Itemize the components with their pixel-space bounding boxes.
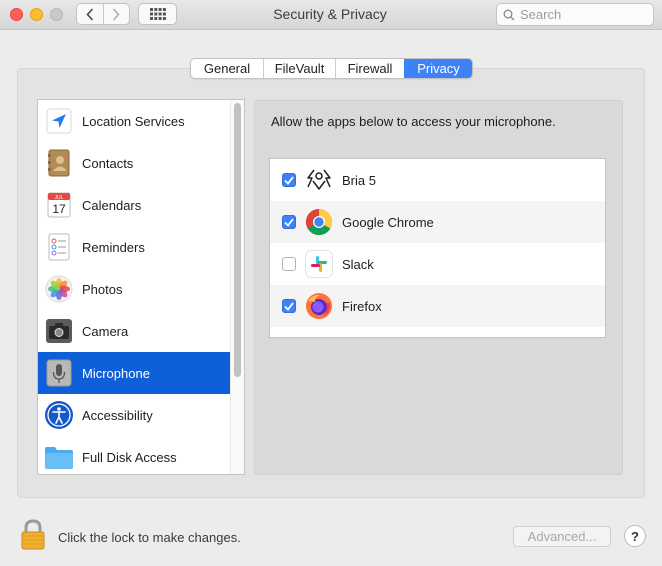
minimize-window-button[interactable] xyxy=(30,8,43,21)
sidebar-item-calendars[interactable]: JUL 17 Calendars xyxy=(38,184,230,226)
sidebar-item-label: Camera xyxy=(82,323,129,339)
chevron-left-icon xyxy=(86,7,93,21)
forward-button[interactable] xyxy=(102,4,130,24)
photos-flower-icon xyxy=(44,274,74,304)
chrome-checkbox[interactable] xyxy=(282,215,296,229)
zoom-window-button[interactable] xyxy=(50,8,63,21)
app-row-firefox: Firefox xyxy=(270,285,605,327)
calendar-icon: JUL 17 xyxy=(44,190,74,220)
window-title: Security & Privacy xyxy=(273,6,387,22)
app-row-slack: Slack xyxy=(270,243,605,285)
sidebar-item-full-disk-access[interactable]: Full Disk Access xyxy=(38,436,230,474)
tab-privacy[interactable]: Privacy xyxy=(404,59,472,78)
chrome-icon xyxy=(304,207,334,237)
app-name: Slack xyxy=(342,256,374,272)
calendar-day-text: 17 xyxy=(52,202,66,216)
help-button[interactable]: ? xyxy=(624,525,646,547)
folder-icon xyxy=(44,442,74,472)
calendar-month-text: JUL xyxy=(55,195,64,201)
slack-checkbox[interactable] xyxy=(282,257,296,271)
bria-icon xyxy=(304,165,334,195)
grid-icon xyxy=(149,8,166,20)
reminders-list-icon xyxy=(44,232,74,262)
back-forward-control xyxy=(76,3,130,25)
search-field[interactable] xyxy=(496,3,654,26)
lock-icon xyxy=(21,519,45,550)
firefox-checkbox[interactable] xyxy=(282,299,296,313)
sidebar-scrollbar-thumb[interactable] xyxy=(234,103,241,377)
checkmark-icon xyxy=(284,175,294,185)
lock-instruction-text: Click the lock to make changes. xyxy=(58,530,241,545)
microphone-icon xyxy=(44,358,74,388)
sidebar-item-accessibility[interactable]: Accessibility xyxy=(38,394,230,436)
sidebar-item-label: Contacts xyxy=(82,155,134,171)
camera-icon xyxy=(44,316,74,346)
app-name: Google Chrome xyxy=(342,214,434,230)
sidebar-item-label: Location Services xyxy=(82,113,185,129)
sidebar-item-label: Calendars xyxy=(82,197,142,213)
close-window-button[interactable] xyxy=(10,8,23,21)
sidebar-item-label: Microphone xyxy=(82,365,150,381)
bria-checkbox[interactable] xyxy=(282,173,296,187)
show-all-button[interactable] xyxy=(138,3,177,25)
sidebar-item-location-services[interactable]: Location Services xyxy=(38,100,230,142)
lock-button[interactable] xyxy=(20,519,46,551)
sidebar-item-microphone[interactable]: Microphone xyxy=(38,352,230,394)
checkmark-icon xyxy=(284,301,294,311)
app-list: Bria 5 Google Chrome Slack Firefox xyxy=(269,158,606,338)
checkmark-icon xyxy=(284,217,294,227)
sidebar-item-label: Reminders xyxy=(82,239,145,255)
sidebar-item-contacts[interactable]: Contacts xyxy=(38,142,230,184)
sidebar-item-reminders[interactable]: Reminders xyxy=(38,226,230,268)
advanced-button[interactable]: Advanced... xyxy=(513,526,611,547)
search-icon xyxy=(503,9,515,20)
app-name: Firefox xyxy=(342,298,382,314)
tab-bar: General FileVault Firewall Privacy xyxy=(190,58,473,79)
accessibility-icon xyxy=(44,400,74,430)
chevron-right-icon xyxy=(113,7,120,21)
slack-icon xyxy=(304,249,334,279)
firefox-icon xyxy=(304,291,334,321)
sidebar-item-label: Full Disk Access xyxy=(82,449,177,465)
search-input[interactable] xyxy=(520,7,640,22)
tab-filevault[interactable]: FileVault xyxy=(263,59,335,78)
tab-general[interactable]: General xyxy=(191,59,263,78)
app-row-bria: Bria 5 xyxy=(270,159,605,201)
contacts-book-icon xyxy=(44,148,74,178)
app-name: Bria 5 xyxy=(342,172,376,188)
back-button[interactable] xyxy=(77,4,103,24)
permissions-heading: Allow the apps below to access your micr… xyxy=(271,114,556,129)
sidebar-item-label: Photos xyxy=(82,281,123,297)
sidebar-item-label: Accessibility xyxy=(82,407,153,423)
location-arrow-icon xyxy=(44,106,74,136)
sidebar-item-photos[interactable]: Photos xyxy=(38,268,230,310)
app-row-chrome: Google Chrome xyxy=(270,201,605,243)
privacy-category-list: Location Services Contacts JUL 17 Calend… xyxy=(37,99,245,475)
sidebar-item-camera[interactable]: Camera xyxy=(38,310,230,352)
tab-firewall[interactable]: Firewall xyxy=(335,59,404,78)
